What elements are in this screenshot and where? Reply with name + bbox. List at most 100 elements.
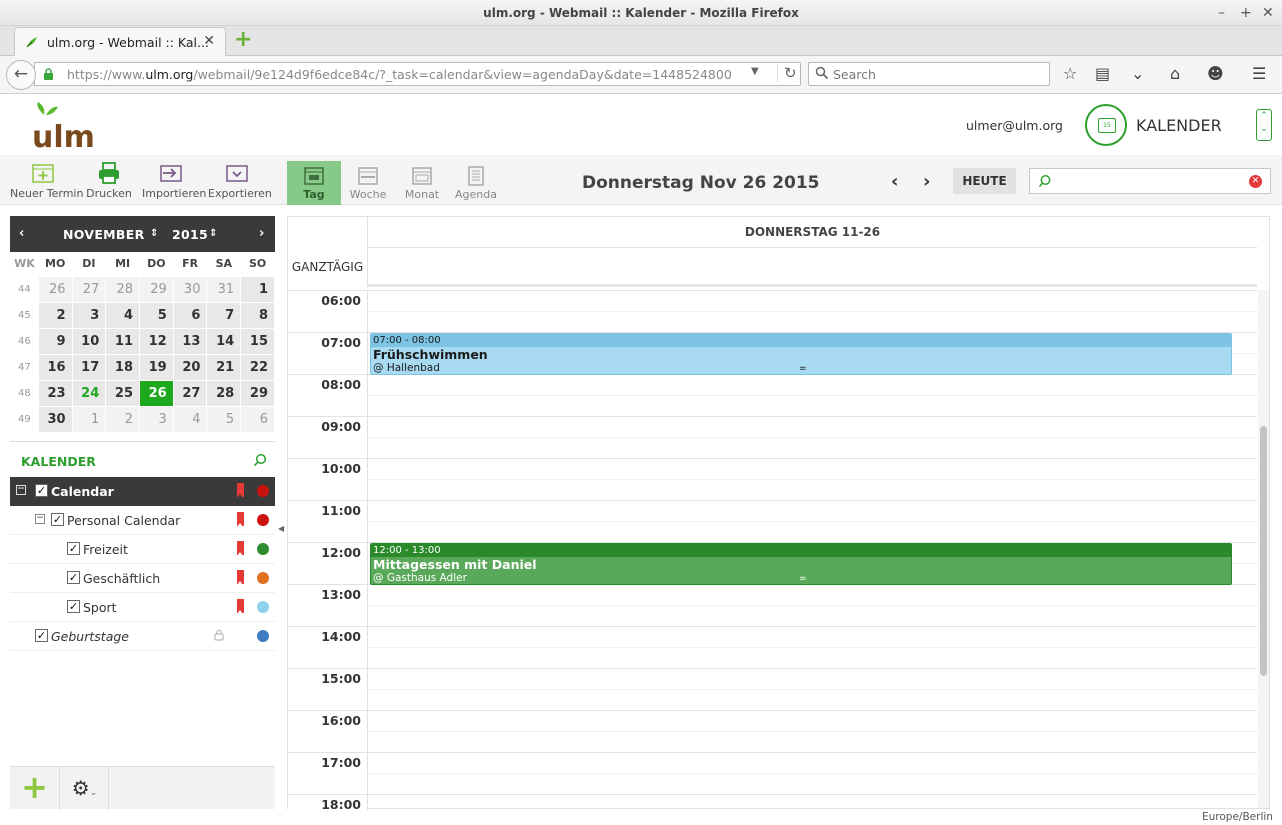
minical-day[interactable]: 4 [172, 405, 208, 433]
minical-day[interactable]: 15 [240, 327, 275, 355]
import-button[interactable]: Importieren [142, 161, 206, 200]
calendar-folder-sport[interactable]: ✓ Sport [10, 593, 275, 622]
bookmark-icon[interactable] [237, 541, 244, 556]
bookmark-star-icon[interactable]: ☆ [1063, 64, 1077, 83]
minical-day[interactable]: 12 [139, 327, 174, 355]
calendar-folder-geschaeftlich[interactable]: ✓ Geschäftlich [10, 564, 275, 593]
minical-day[interactable]: 1 [71, 405, 107, 433]
bookmark-icon[interactable] [237, 512, 244, 527]
sidebar-splitter-icon[interactable]: ◀ [278, 524, 284, 533]
hour-row[interactable]: 11:00 [288, 500, 1257, 543]
time-grid[interactable]: 06:00 07:00 08:00 09:00 10:00 11:00 12:00 13:00… [288, 290, 1257, 810]
minical-day[interactable]: 8 [240, 301, 275, 329]
calendar-folder-calendar[interactable]: − ✓ Calendar [10, 477, 275, 506]
menu-icon[interactable]: ☰ [1252, 64, 1266, 83]
scrollbar-thumb[interactable] [1260, 426, 1267, 676]
calendar-folder-geburtstage[interactable]: ✓ Geburtstage [10, 622, 275, 651]
maximize-icon[interactable]: + [1240, 0, 1252, 26]
minical-next-icon[interactable]: › [259, 226, 264, 241]
hour-row[interactable]: 06:00 [288, 290, 1257, 333]
minical-day[interactable]: 5 [206, 405, 242, 433]
minical-day[interactable]: 7 [206, 301, 242, 329]
week-number[interactable]: 48 [10, 379, 39, 407]
calendar-checkbox[interactable]: ✓ [67, 571, 80, 584]
hour-row[interactable]: 08:00 [288, 374, 1257, 417]
calendar-checkbox[interactable]: ✓ [67, 542, 80, 555]
prev-day-icon[interactable]: ‹ [891, 171, 898, 192]
url-bar[interactable]: https://www.ulm.org/webmail/9e124d9f6edc… [34, 62, 801, 86]
hour-row[interactable]: 17:00 [288, 752, 1257, 795]
minical-day[interactable]: 18 [105, 353, 140, 381]
calendar-folder-freizeit[interactable]: ✓ Freizeit [10, 535, 275, 564]
resize-handle-icon[interactable]: = [799, 575, 807, 584]
calendar-search-input[interactable]: ✕ [1029, 168, 1271, 194]
minical-day[interactable]: 16 [37, 353, 73, 381]
minical-day[interactable]: 6 [172, 301, 208, 329]
calendar-checkbox[interactable]: ✓ [67, 600, 80, 613]
export-button[interactable]: Exportieren [208, 161, 272, 200]
hour-row[interactable]: 16:00 [288, 710, 1257, 753]
search-calendars-icon[interactable] [253, 453, 267, 467]
minical-day[interactable]: 26 [139, 379, 174, 407]
today-button[interactable]: HEUTE [953, 168, 1016, 194]
minical-day[interactable]: 23 [37, 379, 73, 407]
calendar-checkbox[interactable]: ✓ [35, 629, 48, 642]
minical-day[interactable]: 29 [139, 275, 174, 303]
minical-day[interactable]: 6 [240, 405, 275, 433]
hour-row[interactable]: 09:00 [288, 416, 1257, 459]
calendar-task-icon[interactable]: 15 [1085, 104, 1127, 146]
minical-day[interactable]: 20 [172, 353, 208, 381]
minical-day[interactable]: 10 [71, 327, 107, 355]
minical-day[interactable]: 11 [105, 327, 140, 355]
chat-icon[interactable]: ☻ [1207, 64, 1224, 83]
minical-day[interactable]: 28 [206, 379, 242, 407]
calendar-folder-personal[interactable]: − ✓ Personal Calendar [10, 506, 275, 535]
collapse-icon[interactable]: − [16, 485, 26, 495]
minical-day[interactable]: 26 [37, 275, 73, 303]
close-window-icon[interactable]: ✕ [1262, 0, 1274, 26]
hour-row[interactable]: 18:00 [288, 794, 1257, 810]
minical-day[interactable]: 27 [172, 379, 208, 407]
add-calendar-button[interactable]: + [10, 767, 60, 810]
back-button[interactable]: ← [6, 60, 36, 90]
collapse-icon[interactable]: − [35, 514, 45, 524]
minical-day[interactable]: 3 [139, 405, 174, 433]
minical-day[interactable]: 30 [172, 275, 208, 303]
minical-year[interactable]: 2015 [172, 227, 208, 242]
reading-list-icon[interactable]: ▤ [1095, 64, 1110, 83]
minical-day[interactable]: 22 [240, 353, 275, 381]
minical-day[interactable]: 4 [105, 301, 140, 329]
week-number[interactable]: 44 [10, 275, 39, 303]
minical-day[interactable]: 31 [206, 275, 242, 303]
minical-day[interactable]: 19 [139, 353, 174, 381]
year-select-icon[interactable]: ⇕ [209, 228, 218, 239]
url-dropdown-icon[interactable]: ▼ [751, 66, 759, 77]
ulm-logo[interactable]: ulm [30, 101, 104, 151]
week-number[interactable]: 47 [10, 353, 39, 381]
clear-search-icon[interactable]: ✕ [1249, 175, 1262, 188]
minical-day[interactable]: 30 [37, 405, 73, 433]
minical-prev-icon[interactable]: ‹ [19, 226, 24, 241]
week-number[interactable]: 46 [10, 327, 39, 355]
week-number[interactable]: 45 [10, 301, 39, 329]
calendar-checkbox[interactable]: ✓ [51, 513, 64, 526]
view-month-button[interactable]: Monat [395, 161, 449, 205]
hour-row[interactable]: 15:00 [288, 668, 1257, 711]
minical-day[interactable]: 17 [71, 353, 107, 381]
hour-row[interactable]: 10:00 [288, 458, 1257, 501]
bookmark-icon[interactable] [237, 570, 244, 585]
minical-day[interactable]: 13 [172, 327, 208, 355]
bookmark-icon[interactable] [237, 483, 244, 498]
view-agenda-button[interactable]: Agenda [449, 161, 503, 205]
vertical-scrollbar[interactable] [1258, 290, 1269, 808]
week-number[interactable]: 49 [10, 405, 39, 433]
minical-month[interactable]: NOVEMBER [63, 227, 145, 242]
minical-day[interactable]: 5 [139, 301, 174, 329]
minimize-icon[interactable]: – [1218, 0, 1225, 26]
print-button[interactable]: Drucken [86, 161, 132, 200]
view-week-button[interactable]: Woche [341, 161, 395, 205]
task-switcher-icon[interactable]: ⌃ ⌄ [1256, 109, 1272, 141]
reload-icon[interactable]: ↻ [777, 64, 797, 82]
minical-day[interactable]: 29 [240, 379, 275, 407]
allday-area[interactable] [367, 248, 1257, 287]
